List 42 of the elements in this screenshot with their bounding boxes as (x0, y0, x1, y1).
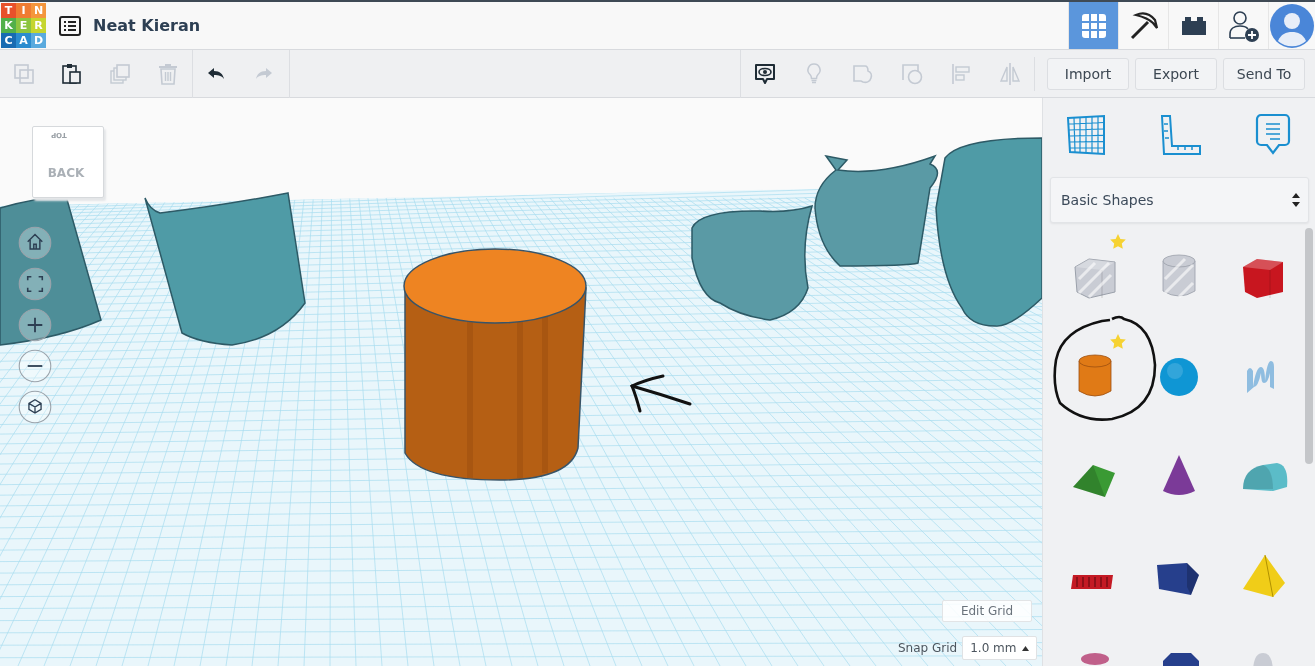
curved-wall[interactable] (935, 137, 1042, 327)
grid-icon (1080, 12, 1107, 39)
logo-letter: N (31, 3, 46, 18)
caret-icon (1022, 645, 1030, 651)
curved-wall[interactable] (814, 155, 939, 267)
toolbar-button[interactable]: Export (1135, 57, 1217, 90)
sort-arrows-icon (1292, 193, 1300, 207)
scrollbar[interactable] (1305, 228, 1313, 464)
toolbar-button[interactable]: Import (1047, 57, 1129, 90)
zoom-out-icon[interactable] (18, 349, 52, 383)
home-icon[interactable] (18, 226, 52, 260)
logo-letter: A (16, 33, 31, 48)
curved-wall[interactable] (0, 195, 102, 346)
logo-letter: E (16, 18, 31, 33)
zoom-in-icon[interactable] (18, 308, 52, 342)
logo-letter: D (31, 33, 46, 48)
logo-letter: R (31, 18, 46, 33)
perspective-icon[interactable] (18, 390, 52, 424)
paste-icon[interactable] (60, 61, 84, 86)
ruler-icon[interactable] (1159, 114, 1203, 156)
notes-icon[interactable] (753, 61, 777, 86)
logo-letter: K (1, 18, 16, 33)
project-title[interactable]: Neat Kieran (93, 16, 201, 35)
cube-face-label: BACK (46, 165, 86, 182)
workplane-grid-icon[interactable] (1065, 114, 1107, 156)
library-select[interactable]: Basic Shapes (1050, 177, 1309, 223)
fit-icon[interactable] (18, 267, 52, 301)
snap-grid-select[interactable]: 1.0 mm (962, 636, 1038, 660)
curved-wall[interactable] (144, 192, 306, 346)
bricks-icon (1179, 14, 1208, 37)
menu-icon[interactable] (59, 15, 81, 36)
toolbar-button[interactable]: Send To (1223, 57, 1305, 90)
logo-letter: C (1, 33, 16, 48)
avatar-icon (1270, 3, 1314, 48)
logo-letter: I (16, 3, 31, 18)
add-user-icon (1226, 8, 1261, 43)
cylinder[interactable] (403, 248, 587, 481)
logo-letter: T (1, 3, 16, 18)
edit-grid-button[interactable]: Edit Grid (942, 600, 1032, 622)
curved-wall[interactable] (691, 205, 813, 321)
snap-grid-label: Snap Grid (898, 641, 958, 655)
logo[interactable]: T I N K E R C A D (1, 3, 46, 48)
